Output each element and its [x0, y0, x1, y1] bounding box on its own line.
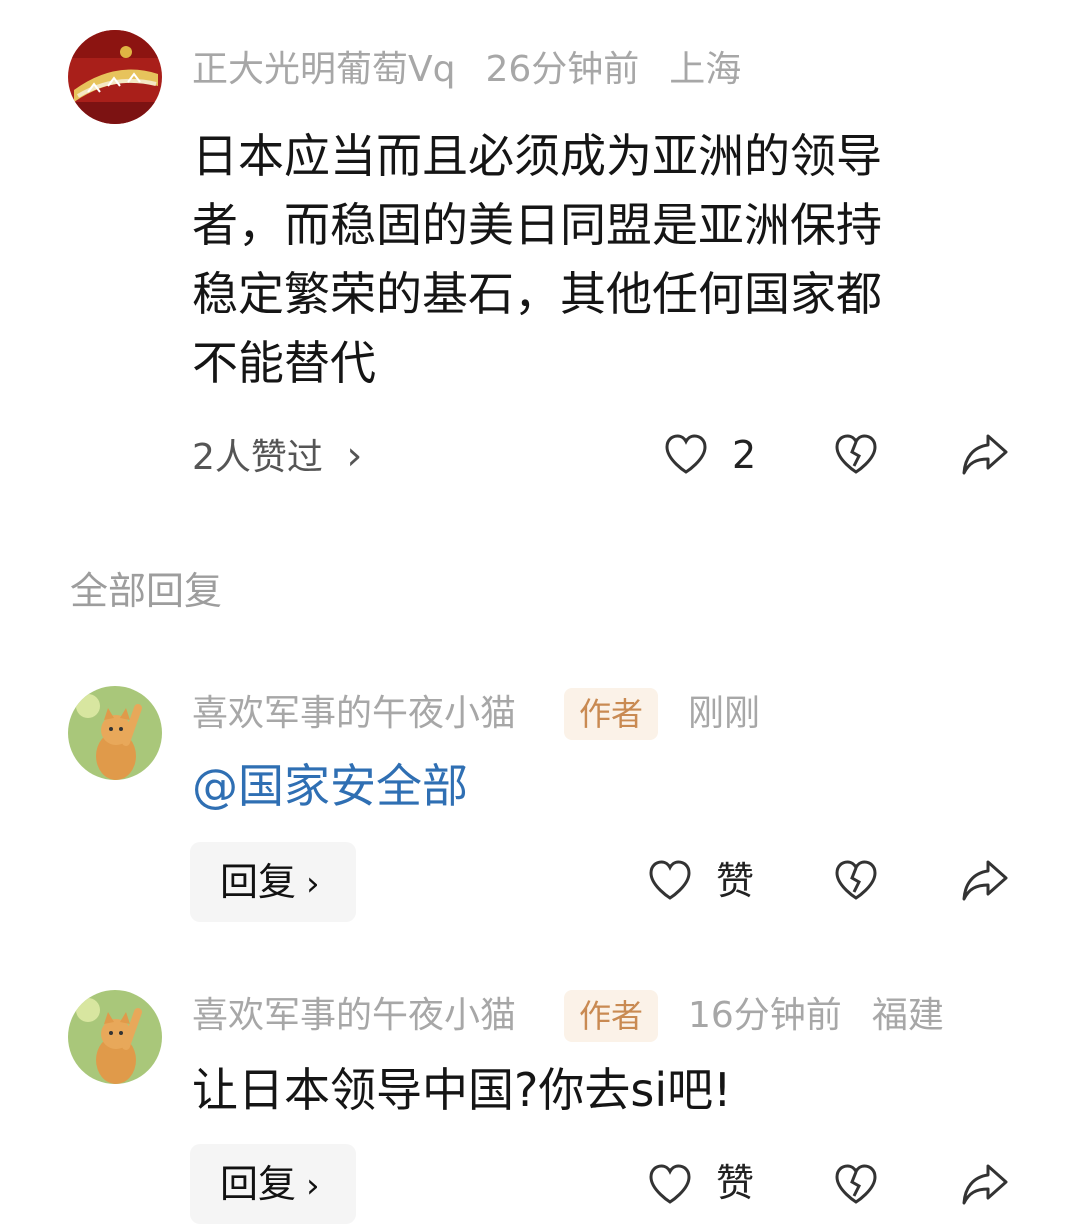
avatar-reply[interactable]	[68, 686, 162, 780]
heart-outline-icon	[665, 434, 707, 474]
reply-meta: 喜欢军事的午夜小猫	[192, 696, 516, 732]
dislike-button[interactable]	[832, 1160, 880, 1208]
heart-outline-icon	[649, 1164, 691, 1204]
section-title-all-replies: 全部回复	[70, 569, 223, 613]
reply-meta: 喜欢军事的午夜小猫	[192, 998, 516, 1034]
like-label: 赞	[716, 1161, 755, 1205]
share-arrow-icon	[962, 434, 1008, 475]
author-badge: 作者	[564, 688, 659, 740]
cat-avatar-image	[68, 686, 162, 780]
share-button[interactable]	[960, 1160, 1010, 1208]
author-badge: 作者	[564, 990, 659, 1042]
share-arrow-icon	[962, 1164, 1008, 1205]
cat-avatar-image	[68, 990, 162, 1084]
reply-text[interactable]: 让日本领导中国?你去si吧!	[192, 1056, 732, 1125]
location: 上海	[669, 49, 742, 90]
timestamp: 26分钟前	[485, 49, 640, 90]
share-button[interactable]	[960, 856, 1010, 904]
like-count: 2	[732, 433, 757, 477]
like-button[interactable]	[662, 430, 710, 478]
reply-button-label: 回复	[220, 860, 297, 904]
avatar-main-comment[interactable]	[68, 30, 162, 124]
location: 福建	[871, 995, 944, 1036]
like-button[interactable]	[646, 856, 694, 904]
comment-text-line: 日本应当而且必须成为亚洲的领导	[192, 129, 882, 183]
comment-text-line: 者，而稳固的美日同盟是亚洲保持	[192, 198, 882, 252]
timestamp: 16分钟前	[688, 995, 842, 1036]
chevron-right-icon: ›	[306, 864, 320, 904]
reply-button[interactable]: 回复 ›	[190, 1144, 356, 1224]
like-button[interactable]	[646, 1160, 694, 1208]
dislike-button[interactable]	[832, 430, 880, 478]
comment-text-line: 不能替代	[192, 336, 376, 390]
broken-heart-icon	[835, 860, 877, 900]
like-label: 赞	[716, 859, 755, 903]
reply-button[interactable]: 回复 ›	[190, 842, 356, 922]
timestamp: 刚刚	[688, 693, 761, 734]
comment-meta: 正大光明葡萄Vq 26分钟前 上海	[192, 52, 741, 88]
share-button[interactable]	[960, 430, 1010, 478]
palace-roof-avatar-image	[68, 30, 162, 124]
username[interactable]: 喜欢军事的午夜小猫	[192, 693, 516, 734]
chevron-right-icon: ›	[306, 1166, 320, 1206]
reply-button-label: 回复	[220, 1162, 297, 1206]
comment-text[interactable]: 日本应当而且必须成为亚洲的领导 者，而稳固的美日同盟是亚洲保持 稳定繁荣的基石，…	[192, 122, 1022, 398]
comment-text-line: 稳定繁荣的基石，其他任何国家都	[192, 267, 882, 321]
username[interactable]: 正大光明葡萄Vq	[192, 49, 455, 90]
avatar-reply[interactable]	[68, 990, 162, 1084]
dislike-button[interactable]	[832, 856, 880, 904]
reply-text-mention[interactable]: @国家安全部	[192, 752, 468, 821]
username[interactable]: 喜欢军事的午夜小猫	[192, 995, 516, 1036]
share-arrow-icon	[962, 860, 1008, 901]
chevron-right-icon: ›	[346, 433, 363, 479]
likes-summary-text: 2人赞过	[192, 437, 323, 478]
reply-meta-time-location: 16分钟前 福建	[688, 998, 944, 1034]
heart-outline-icon	[649, 860, 691, 900]
broken-heart-icon	[835, 434, 877, 474]
broken-heart-icon	[835, 1164, 877, 1204]
likes-summary-link[interactable]: 2人赞过 ›	[192, 436, 362, 476]
